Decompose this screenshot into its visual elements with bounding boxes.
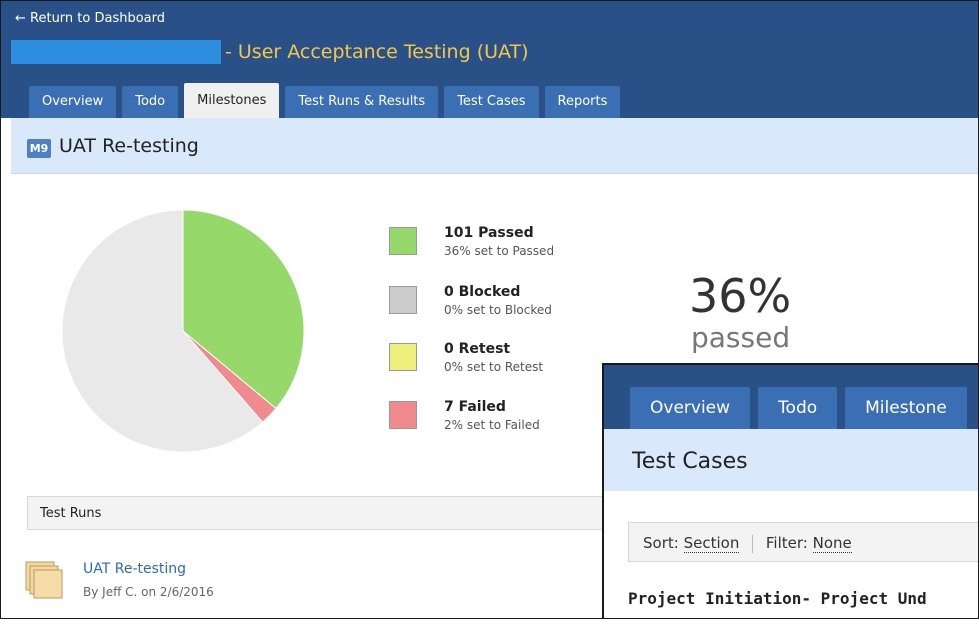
tab-test-runs-results[interactable]: Test Runs & Results: [285, 86, 439, 118]
sort-label: Sort:: [643, 534, 679, 552]
legend-sub-retest: 0% set to Retest: [444, 360, 544, 374]
milestone-header: M9 UAT Re-testing: [11, 118, 978, 174]
project-title: - User Acceptance Testing (UAT): [225, 41, 529, 63]
test-runs-header-label: Test Runs: [40, 506, 102, 521]
status-pie-chart: [61, 209, 305, 453]
tab-overview[interactable]: Overview: [29, 86, 117, 118]
percent-passed-label: passed: [691, 321, 791, 354]
section-heading: Project Initiation- Project Und: [628, 589, 927, 608]
sort-filter-bar: Sort: Section Filter: None: [628, 522, 978, 562]
tab-reports[interactable]: Reports: [544, 86, 621, 118]
test-run-stack-icon: [25, 561, 63, 599]
project-name-redacted: [11, 40, 221, 64]
test-cases-overlay-panel: Overview Todo Milestone Test Cases Sort:…: [602, 363, 978, 618]
milestone-badge: M9: [27, 139, 51, 158]
project-header: ← Return to Dashboard - User Acceptance …: [1, 1, 978, 118]
main-tab-bar: Overview Todo Milestones Test Runs & Res…: [29, 83, 626, 118]
tab-milestones[interactable]: Milestones: [184, 83, 280, 118]
legend-title-blocked: 0 Blocked: [444, 284, 521, 300]
overlay-title: Test Cases: [632, 449, 748, 474]
sort-selector[interactable]: Section: [683, 534, 740, 553]
sort-filter-row: Sort: Section Filter: None: [643, 534, 852, 553]
milestone-title: UAT Re-testing: [59, 135, 199, 157]
legend-title-failed: 7 Failed: [444, 399, 506, 415]
sort-filter-divider: [752, 534, 754, 553]
overlay-title-bar: Test Cases: [604, 429, 978, 491]
overlay-tab-strip: Overview Todo Milestone: [604, 365, 978, 429]
overlay-tab-overview[interactable]: Overview: [630, 387, 751, 429]
test-run-meta: By Jeff C. on 2/6/2016: [83, 585, 214, 599]
percent-passed-value: 36%: [689, 269, 792, 323]
tab-test-cases[interactable]: Test Cases: [444, 86, 539, 118]
overlay-tab-todo[interactable]: Todo: [758, 387, 838, 429]
filter-selector[interactable]: None: [812, 534, 852, 553]
tab-todo[interactable]: Todo: [122, 86, 179, 118]
return-to-dashboard-link[interactable]: ← Return to Dashboard: [15, 11, 165, 26]
app-window: ← Return to Dashboard - User Acceptance …: [0, 0, 979, 619]
test-run-link[interactable]: UAT Re-testing: [83, 561, 186, 577]
legend-sub-passed: 36% set to Passed: [444, 244, 555, 258]
legend-swatch-passed: [389, 227, 417, 255]
legend-sub-blocked: 0% set to Blocked: [444, 303, 552, 317]
legend-swatch-retest: [389, 343, 417, 371]
overlay-tab-bar: Overview Todo Milestone: [630, 377, 975, 429]
legend-swatch-failed: [389, 401, 417, 429]
legend-swatch-blocked: [389, 286, 417, 314]
legend-title-passed: 101 Passed: [444, 225, 534, 241]
test-runs-header: Test Runs: [27, 496, 607, 530]
legend-sub-failed: 2% set to Failed: [444, 418, 540, 432]
filter-label: Filter:: [765, 534, 808, 552]
overlay-tab-milestones[interactable]: Milestone: [845, 387, 967, 429]
legend-title-retest: 0 Retest: [444, 341, 511, 357]
